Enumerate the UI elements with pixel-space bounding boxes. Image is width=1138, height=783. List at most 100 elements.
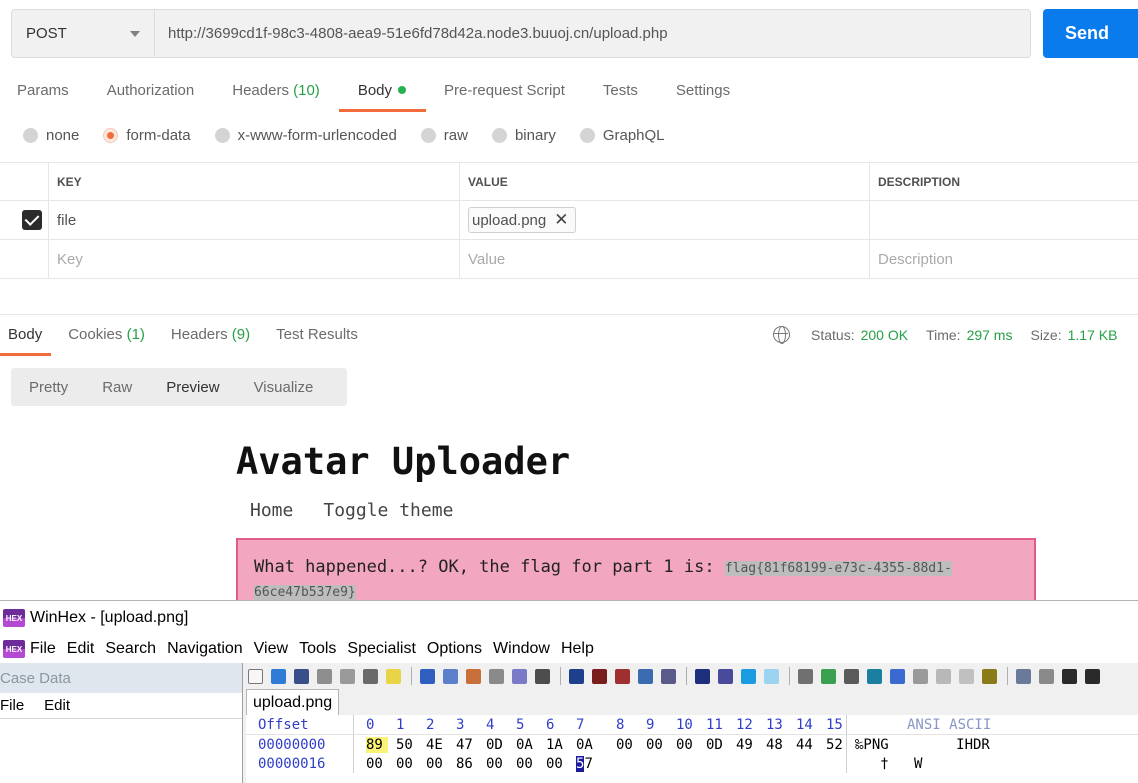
hex-byte[interactable]: 00 [616, 737, 646, 753]
send-button[interactable]: Send [1043, 9, 1138, 58]
compare-icon[interactable] [959, 668, 974, 684]
hex-byte[interactable]: 0D [486, 737, 516, 753]
hex-byte[interactable]: 48 [766, 737, 796, 753]
open-disk-icon[interactable] [821, 668, 836, 684]
hex-byte[interactable]: 00 [366, 756, 396, 772]
forward-arrow-icon[interactable] [764, 668, 779, 684]
tab-response-headers[interactable]: Headers (9) [171, 324, 250, 356]
exit-icon[interactable] [386, 668, 401, 684]
hex-byte[interactable]: 4E [426, 737, 456, 753]
tab-headers[interactable]: Headers (10) [232, 80, 320, 112]
options-icon[interactable] [982, 668, 997, 684]
scroll-right-icon[interactable] [1085, 668, 1100, 684]
calculator-icon[interactable] [867, 668, 882, 684]
hex-byte-cursor[interactable]: 57 [576, 755, 606, 772]
tab-authorization[interactable]: Authorization [107, 80, 195, 112]
hash-icon[interactable] [890, 668, 905, 684]
globe-icon[interactable] [773, 326, 790, 344]
tab-tests[interactable]: Tests [603, 80, 638, 112]
copy-icon[interactable] [443, 668, 458, 684]
hex-byte[interactable]: 00 [646, 737, 676, 753]
menu-navigation[interactable]: Navigation [167, 640, 243, 658]
view-visualize[interactable]: Visualize [254, 379, 314, 396]
tab-params[interactable]: Params [17, 80, 69, 112]
case-menu-file[interactable]: File [0, 697, 24, 714]
hex-byte[interactable]: 44 [796, 737, 826, 753]
hex-byte[interactable]: 00 [426, 756, 456, 772]
paste-icon[interactable] [466, 668, 481, 684]
description-placeholder[interactable]: Description [869, 240, 1138, 278]
new-file-icon[interactable] [248, 668, 263, 684]
radio-none[interactable]: none [23, 127, 79, 144]
tab-test-results[interactable]: Test Results [276, 324, 358, 356]
radio-form-data[interactable]: form-data [103, 127, 191, 144]
menu-specialist[interactable]: Specialist [347, 640, 415, 658]
menu-tools[interactable]: Tools [299, 640, 336, 658]
print-icon[interactable] [317, 668, 332, 684]
hex-byte[interactable]: 00 [676, 737, 706, 753]
properties-icon[interactable] [340, 668, 355, 684]
replace-text-icon[interactable] [615, 668, 630, 684]
radio-raw[interactable]: raw [420, 127, 468, 144]
hex-byte[interactable]: 00 [486, 756, 516, 772]
undo-icon[interactable] [420, 668, 435, 684]
analyze-icon[interactable] [936, 668, 951, 684]
menu-help[interactable]: Help [561, 640, 594, 658]
row-bytes[interactable]: 00 00 00 86 00 00 00 57 [354, 754, 847, 773]
menu-edit[interactable]: Edit [67, 640, 95, 658]
tab-body[interactable]: Body [338, 80, 427, 112]
close-icon[interactable]: ✕ [554, 210, 568, 230]
hex-byte[interactable]: 50 [396, 737, 426, 753]
method-select[interactable]: POST [12, 10, 155, 57]
radio-urlencoded[interactable]: x-www-form-urlencoded [214, 127, 397, 144]
scroll-left-icon[interactable] [1062, 668, 1077, 684]
fill-block-icon[interactable] [535, 668, 550, 684]
checkbox[interactable] [22, 210, 42, 230]
menu-file[interactable]: File [30, 640, 56, 658]
hex-byte[interactable]: 00 [396, 756, 426, 772]
document-tab[interactable]: upload.png [246, 689, 340, 715]
value-placeholder[interactable]: Value [459, 240, 869, 278]
tab-pre-request-script[interactable]: Pre-request Script [444, 80, 565, 112]
view-pretty[interactable]: Pretty [29, 379, 68, 396]
hex-byte[interactable]: 49 [736, 737, 766, 753]
goto-page-icon[interactable] [718, 668, 733, 684]
hex-byte[interactable]: 0A [576, 737, 606, 753]
menu-options[interactable]: Options [427, 640, 482, 658]
open-icon[interactable] [271, 668, 286, 684]
paste-into-icon[interactable] [512, 668, 527, 684]
url-input[interactable]: http://3699cd1f-98c3-4808-aea9-51e6fd78d… [155, 10, 1030, 57]
replace-hex-icon[interactable] [638, 668, 653, 684]
hex-byte[interactable]: 0A [516, 737, 546, 753]
clipboard-icon[interactable] [489, 668, 504, 684]
hex-byte[interactable]: 0D [706, 737, 736, 753]
ram-icon[interactable] [844, 668, 859, 684]
hex-byte[interactable]: 47 [456, 737, 486, 753]
menu-search[interactable]: Search [105, 640, 156, 658]
back-arrow-icon[interactable] [741, 668, 756, 684]
find-hex-icon[interactable] [592, 668, 607, 684]
tab-response-body[interactable]: Body [0, 324, 52, 356]
nav-toggle-theme-link[interactable]: Toggle theme [323, 500, 453, 521]
key-placeholder[interactable]: Key [48, 240, 459, 278]
menu-view[interactable]: View [254, 640, 288, 658]
tools-icon[interactable] [913, 668, 928, 684]
description-field[interactable] [869, 201, 1138, 239]
grid-icon[interactable] [1016, 668, 1031, 684]
find-text-icon[interactable] [569, 668, 584, 684]
view-raw[interactable]: Raw [102, 379, 132, 396]
radio-graphql[interactable]: GraphQL [579, 127, 665, 144]
hex-byte[interactable]: 00 [516, 756, 546, 772]
nav-home-link[interactable]: Home [250, 500, 293, 521]
radio-binary[interactable]: binary [491, 127, 556, 144]
save-icon[interactable] [294, 668, 309, 684]
list-icon[interactable] [1039, 668, 1054, 684]
hex-byte[interactable]: 1A [546, 737, 576, 753]
row-ascii[interactable]: † W [847, 754, 922, 773]
tab-settings[interactable]: Settings [676, 80, 730, 112]
case-menu-edit[interactable]: Edit [44, 697, 70, 714]
hex-byte[interactable]: 89 [366, 736, 388, 753]
tab-cookies[interactable]: Cookies (1) [68, 324, 145, 356]
hex-byte[interactable]: 00 [546, 756, 576, 772]
goto-offset-icon[interactable] [695, 668, 710, 684]
